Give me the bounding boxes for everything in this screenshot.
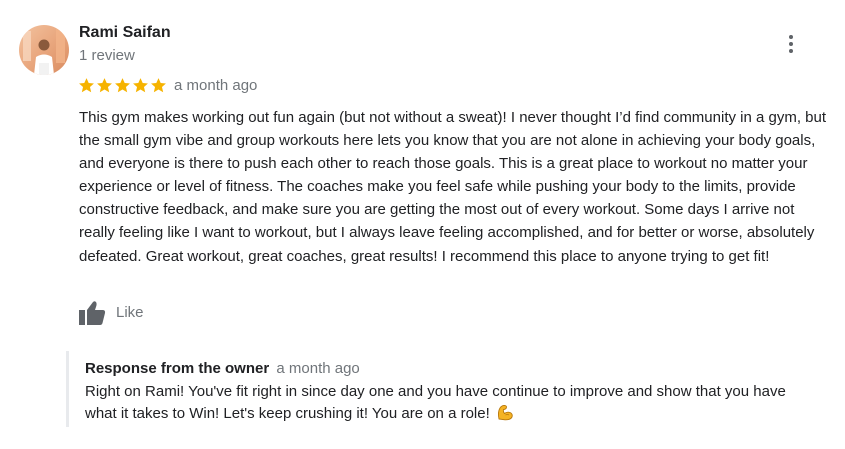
more-options-button[interactable]: [780, 33, 802, 55]
star-rating: [78, 77, 167, 94]
owner-response-text: Right on Rami! You've fit right in since…: [85, 383, 786, 422]
owner-response: Response from the owner a month ago Righ…: [66, 351, 826, 427]
star-icon: [151, 78, 166, 93]
review-date: a month ago: [174, 77, 258, 94]
thumbs-up-icon: [79, 301, 106, 325]
like-label: Like: [116, 304, 144, 321]
profile-photo-icon: [19, 25, 69, 75]
star-icon: [133, 78, 148, 93]
owner-response-body: Right on Rami! You've fit right in since…: [85, 381, 815, 425]
owner-response-title: Response from the owner: [85, 360, 270, 377]
reviewer-review-count[interactable]: 1 review: [79, 47, 135, 64]
star-icon: [79, 78, 94, 93]
review-text: This gym makes working out fun again (bu…: [79, 109, 827, 265]
reviewer-avatar[interactable]: [19, 25, 69, 75]
flexed-biceps-icon: [497, 404, 513, 421]
review-card: Rami Saifan 1 review a month ago This gy…: [0, 0, 845, 449]
reviewer-name[interactable]: Rami Saifan: [79, 24, 171, 42]
star-icon: [97, 78, 112, 93]
owner-response-heading: Response from the owner a month ago: [85, 360, 826, 377]
like-button[interactable]: Like: [78, 299, 144, 326]
owner-response-date: a month ago: [276, 360, 360, 377]
star-icon: [115, 78, 130, 93]
more-vertical-icon: [789, 35, 793, 53]
